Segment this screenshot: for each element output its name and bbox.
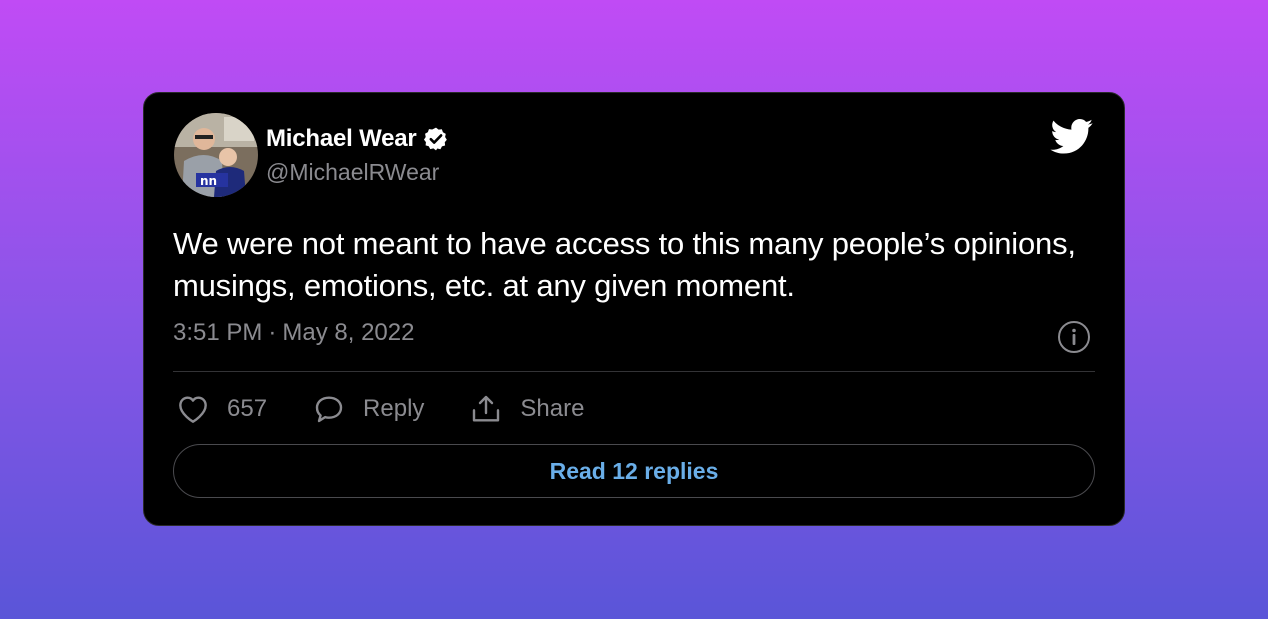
avatar[interactable]: nn [174,113,258,197]
share-label: Share [520,395,585,422]
like-count: 657 [227,395,268,422]
twitter-bird-icon[interactable] [1050,119,1094,155]
share-button[interactable]: Share [470,394,584,424]
tweet-text: We were not meant to have access to this… [173,226,1076,303]
verified-badge-icon [423,126,449,152]
author-row: Michael Wear [266,123,449,155]
read-replies-button[interactable]: Read 12 replies [173,444,1095,498]
heart-icon [179,396,207,423]
avatar-photo: nn [174,113,258,197]
divider [173,371,1095,372]
speech-bubble-icon [315,396,343,423]
author-handle[interactable]: @MichaelRWear [266,159,439,186]
share-upload-icon [473,395,500,422]
timestamp-separator: · [268,319,277,346]
like-button[interactable]: 657 [177,394,267,424]
tweet-date: May 8, 2022 [282,319,415,346]
tweet-time: 3:51 PM [173,319,263,346]
tweet-timestamp[interactable]: 3:51 PM · May 8, 2022 [173,319,414,347]
info-icon[interactable] [1057,320,1091,354]
reply-button[interactable]: Reply [313,394,424,424]
svg-text:nn: nn [200,174,217,188]
action-bar: 657 Reply Share [177,391,630,427]
reply-label: Reply [363,395,425,422]
author-name[interactable]: Michael Wear [266,125,417,153]
tweet-card: nn Michael Wear @MichaelRWear We were no… [143,92,1125,526]
